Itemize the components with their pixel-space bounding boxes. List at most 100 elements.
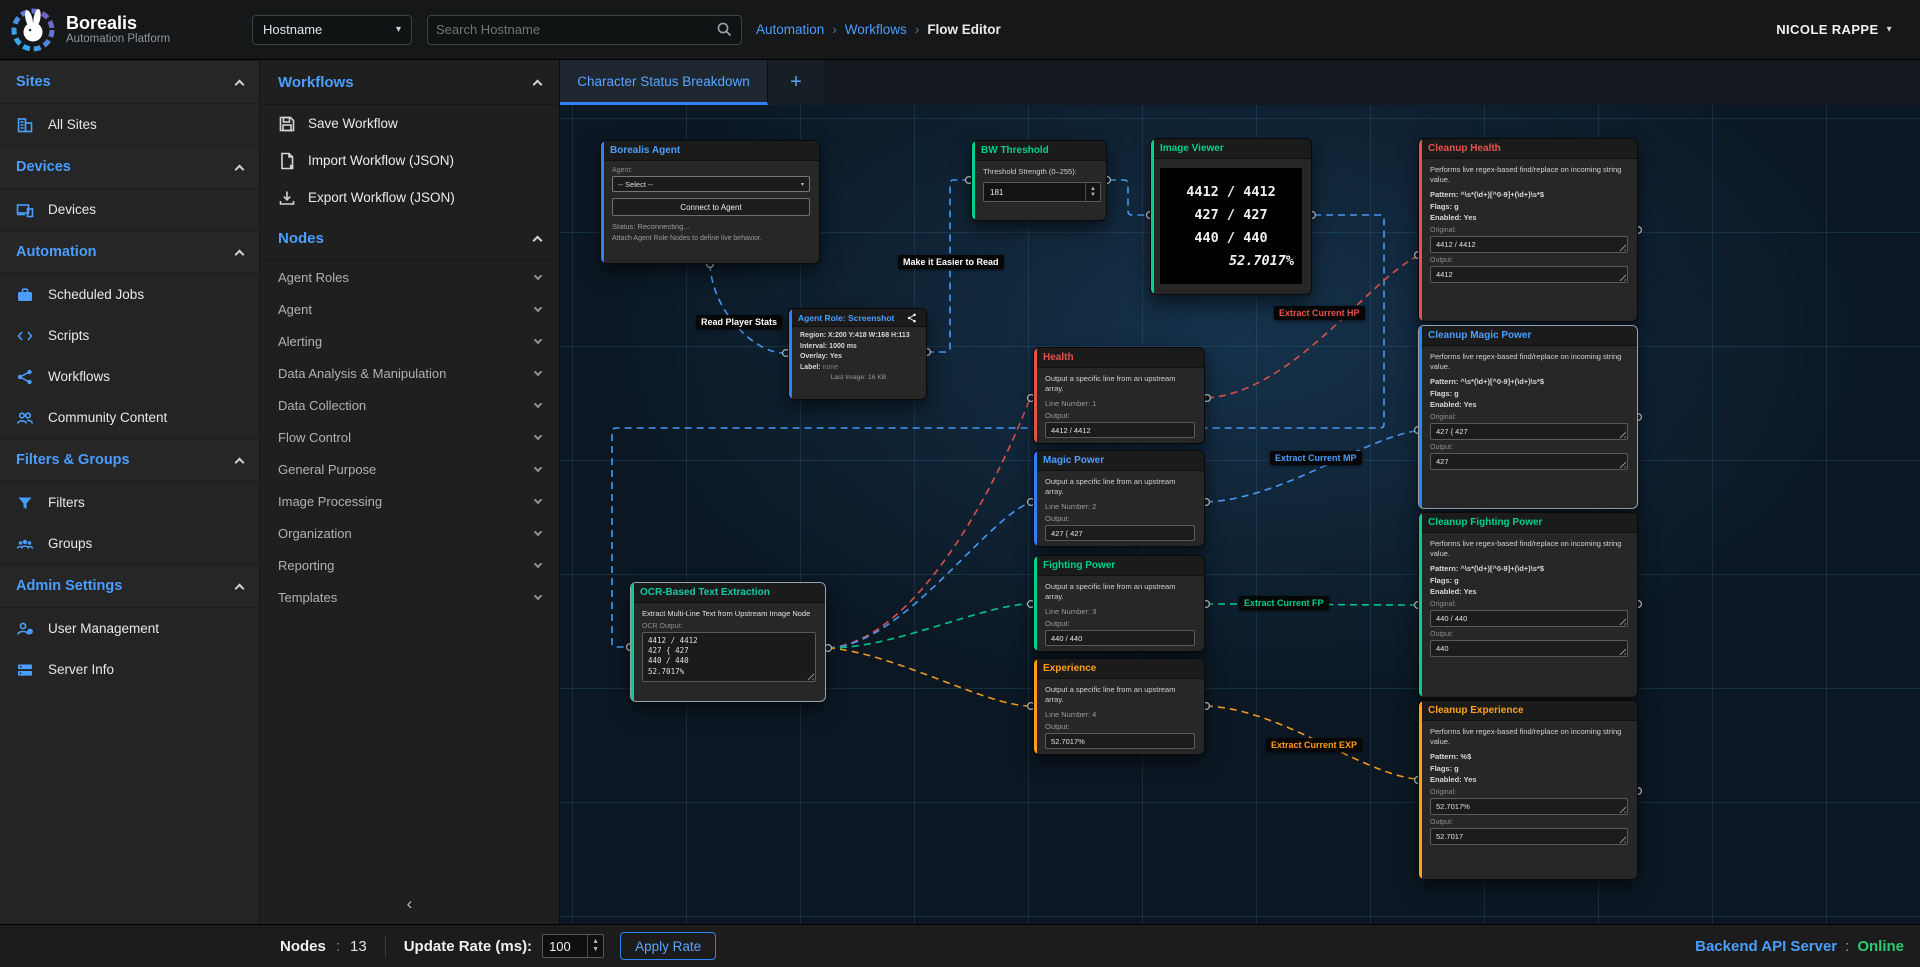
threshold-value: 181: [984, 183, 1085, 201]
agent-hint: Attach Agent Role Nodes to define live b…: [612, 233, 810, 244]
node-borealis-agent[interactable]: Borealis Agent Agent: -- Select -- ▾ Con…: [600, 140, 820, 264]
node-category-alerting[interactable]: Alerting: [260, 325, 559, 357]
apply-rate-button[interactable]: Apply Rate: [620, 932, 716, 960]
sidebar-item-groups[interactable]: Groups: [0, 523, 259, 564]
output-value-input[interactable]: 427 { 427: [1045, 525, 1195, 541]
original-textarea[interactable]: 440 / 440: [1430, 610, 1628, 627]
output-value-input[interactable]: 440 / 440: [1045, 630, 1195, 646]
output-textarea[interactable]: 427: [1430, 453, 1628, 470]
user-menu[interactable]: NICOLE RAPPE ▾: [1776, 22, 1892, 37]
node-experience[interactable]: Experience Output a specific line from a…: [1033, 658, 1205, 755]
share-icon[interactable]: [907, 313, 917, 323]
sidebar-item-community-content[interactable]: Community Content: [0, 397, 259, 438]
search-hostname-input[interactable]: [436, 22, 716, 37]
chevron-down-icon: [534, 463, 542, 471]
panel-header-nodes[interactable]: Nodes: [260, 216, 559, 261]
sidebar-section-sites[interactable]: Sites: [0, 60, 259, 104]
breadcrumb-workflows[interactable]: Workflows: [845, 22, 907, 37]
agent-select[interactable]: -- Select -- ▾: [612, 176, 810, 192]
tab-character-status-breakdown[interactable]: Character Status Breakdown: [560, 60, 768, 105]
output-value-input[interactable]: 4412 / 4412: [1045, 422, 1195, 438]
node-category-flow-control[interactable]: Flow Control: [260, 421, 559, 453]
sidebar-item-workflows[interactable]: Workflows: [0, 356, 259, 397]
sidebar-item-scheduled-jobs[interactable]: Scheduled Jobs: [0, 274, 259, 315]
output-value-input[interactable]: 52.7017%: [1045, 733, 1195, 749]
spinner-buttons[interactable]: ▲▼: [587, 935, 603, 957]
node-cleanup-magic-power[interactable]: Cleanup Magic Power Performs live regex-…: [1418, 325, 1638, 509]
chevron-up-icon: [235, 457, 245, 467]
node-image-viewer[interactable]: Image Viewer 4412 / 4412 427 / 427 440 /…: [1150, 138, 1312, 295]
original-textarea[interactable]: 52.7017%: [1430, 798, 1628, 815]
hostname-dropdown[interactable]: Hostname ▾: [252, 15, 412, 45]
sidebar-item-scripts[interactable]: Scripts: [0, 315, 259, 356]
sidebar-section-automation[interactable]: Automation: [0, 230, 259, 274]
node-category-reporting[interactable]: Reporting: [260, 549, 559, 581]
connect-to-agent-button[interactable]: Connect to Agent: [612, 198, 810, 216]
ocr-output-textarea[interactable]: 4412 / 4412 427 { 427 440 / 440 52.7017%: [642, 632, 816, 682]
output-label: Output:: [1430, 819, 1628, 826]
node-ocr-text-extraction[interactable]: OCR-Based Text Extraction Extract Multi-…: [630, 582, 826, 702]
spinner-buttons[interactable]: ▲▼: [1085, 183, 1100, 201]
action-label: Import Workflow (JSON): [308, 153, 454, 168]
output-textarea[interactable]: 52.7017: [1430, 828, 1628, 845]
sidebar-section-filters-groups[interactable]: Filters & Groups: [0, 438, 259, 482]
original-label: Original:: [1430, 227, 1628, 234]
sidebar-item-user-management[interactable]: User Management: [0, 608, 259, 649]
flow-canvas[interactable]: Borealis Agent Agent: -- Select -- ▾ Con…: [560, 105, 1920, 924]
node-cleanup-health[interactable]: Cleanup Health Performs live regex-based…: [1418, 138, 1638, 322]
sidebar-item-label: User Management: [48, 621, 159, 636]
node-title: Agent Role: Screenshot: [798, 313, 894, 323]
breadcrumb-automation[interactable]: Automation: [756, 22, 824, 37]
search-icon[interactable]: [716, 21, 733, 38]
node-title: Cleanup Magic Power: [1428, 330, 1531, 341]
node-fighting-power[interactable]: Fighting Power Output a specific line fr…: [1033, 555, 1205, 652]
update-rate-input[interactable]: [543, 935, 587, 957]
edge-agent-to-screenshot: [710, 264, 784, 353]
building-icon: [16, 116, 34, 134]
output-textarea[interactable]: 4412: [1430, 266, 1628, 283]
backend-status: Backend API Server : Online: [1695, 938, 1904, 955]
enabled-line: Enabled: Yes: [1430, 212, 1628, 223]
import-workflow-button[interactable]: Import Workflow (JSON): [260, 142, 559, 179]
edge-label-extract-current-hp: Extract Current HP: [1274, 306, 1365, 320]
node-category-templates[interactable]: Templates: [260, 581, 559, 613]
edge-label-extract-current-mp: Extract Current MP: [1270, 451, 1362, 465]
panel-collapse-button[interactable]: ‹: [260, 894, 559, 914]
original-textarea[interactable]: 4412 / 4412: [1430, 236, 1628, 253]
original-textarea[interactable]: 427 { 427: [1430, 423, 1628, 440]
sidebar-item-devices[interactable]: Devices: [0, 189, 259, 230]
node-category-general-purpose[interactable]: General Purpose: [260, 453, 559, 485]
node-cleanup-fighting-power[interactable]: Cleanup Fighting Power Performs live reg…: [1418, 512, 1638, 698]
node-category-image-processing[interactable]: Image Processing: [260, 485, 559, 517]
export-workflow-button[interactable]: Export Workflow (JSON): [260, 179, 559, 216]
node-health[interactable]: Health Output a specific line from an up…: [1033, 347, 1205, 444]
add-tab-button[interactable]: +: [768, 60, 824, 105]
threshold-input[interactable]: 181 ▲▼: [983, 182, 1101, 202]
sidebar-section-admin-settings[interactable]: Admin Settings: [0, 564, 259, 608]
devices-icon: [16, 201, 34, 219]
node-category-data-analysis[interactable]: Data Analysis & Manipulation: [260, 357, 559, 389]
node-category-data-collection[interactable]: Data Collection: [260, 389, 559, 421]
node-category-organization[interactable]: Organization: [260, 517, 559, 549]
category-label: Agent: [278, 302, 312, 317]
sidebar-item-filters[interactable]: Filters: [0, 482, 259, 523]
node-category-agent-roles[interactable]: Agent Roles: [260, 261, 559, 293]
node-magic-power[interactable]: Magic Power Output a specific line from …: [1033, 450, 1205, 547]
line-number: Line Number: 1: [1045, 398, 1195, 410]
label-value: none: [823, 364, 839, 371]
brand-name: Borealis: [66, 14, 170, 34]
node-bw-threshold[interactable]: BW Threshold Threshold Strength (0–255):…: [971, 140, 1107, 221]
node-agent-role-screenshot[interactable]: Agent Role: Screenshot Region: X:200 Y:4…: [788, 308, 927, 400]
sidebar-section-devices[interactable]: Devices: [0, 145, 259, 189]
save-workflow-button[interactable]: Save Workflow: [260, 105, 559, 142]
panel-header-workflows[interactable]: Workflows: [260, 60, 559, 105]
sidebar-item-all-sites[interactable]: All Sites: [0, 104, 259, 145]
edge-ocr-to-health: [828, 401, 1029, 648]
edge-magic-to-cleanup: [1206, 431, 1416, 502]
node-category-agent[interactable]: Agent: [260, 293, 559, 325]
node-cleanup-experience[interactable]: Cleanup Experience Performs live regex-b…: [1418, 700, 1638, 880]
category-label: General Purpose: [278, 462, 376, 477]
output-textarea[interactable]: 440: [1430, 640, 1628, 657]
divider: [385, 935, 386, 957]
sidebar-item-server-info[interactable]: Server Info: [0, 649, 259, 690]
